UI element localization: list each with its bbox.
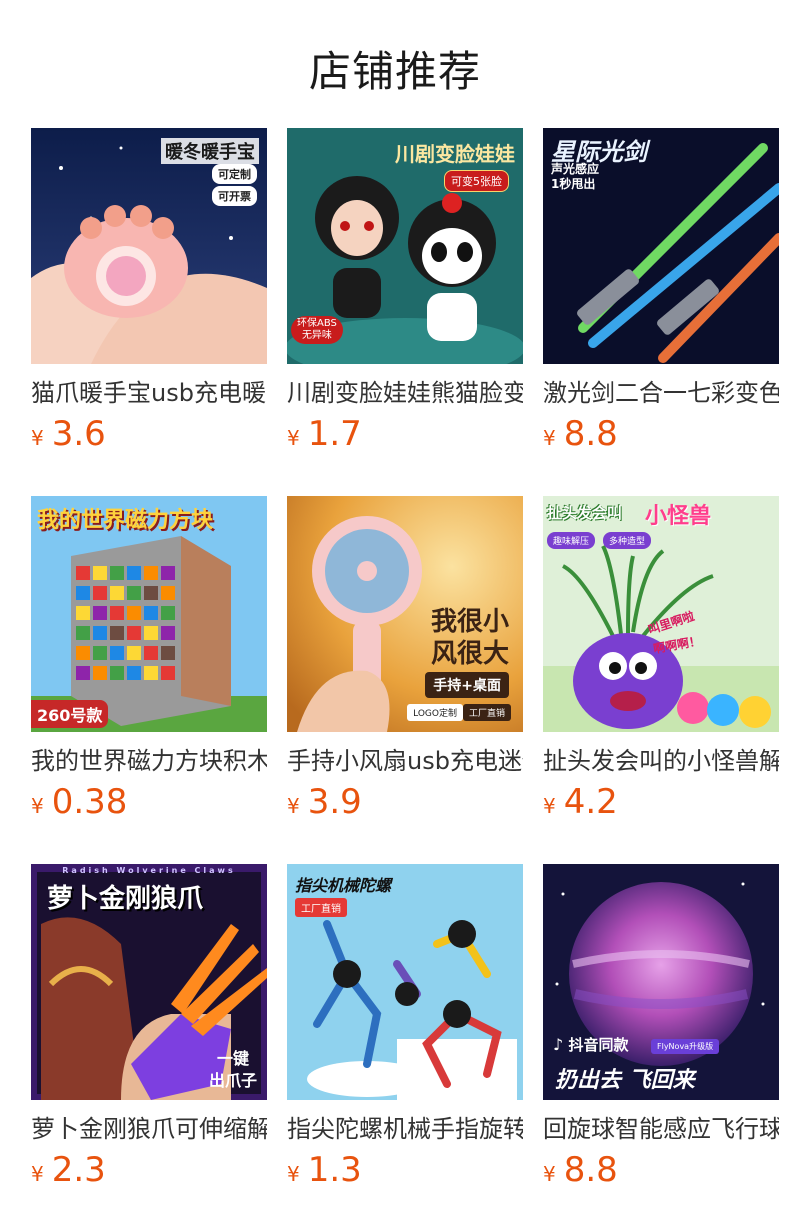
product-price: ¥0.38	[31, 782, 127, 826]
image-tag: 可定制	[212, 164, 257, 184]
image-corner-text: 一键 出爪子	[209, 1048, 257, 1092]
product-name[interactable]: 回旋球智能感应飞行球	[543, 1112, 779, 1146]
image-slogan: 扔出去 飞回来	[555, 1068, 695, 1093]
currency-symbol: ¥	[287, 1162, 300, 1186]
currency-symbol: ¥	[287, 794, 300, 818]
image-headline-2: 小怪兽	[645, 504, 712, 529]
image-tag: 可开票	[212, 186, 257, 206]
price-value: 1.3	[307, 1150, 362, 1190]
price-value: 0.38	[51, 782, 128, 822]
product-price: ¥1.7	[287, 414, 362, 458]
badge-line: 环保ABS	[297, 318, 337, 329]
corner-line: 出爪子	[208, 1071, 257, 1090]
brand-label: 抖音同款	[568, 1036, 629, 1054]
product-card[interactable]: 我很小 风很大 手持+桌面 LOGO定制 工厂直销 手持小风扇usb充电迷你 ¥…	[287, 496, 523, 836]
product-name[interactable]: 川剧变脸娃娃熊猫脸变脸	[287, 376, 523, 410]
product-image[interactable]: ♪ 抖音同款 FlyNova升级版 扔出去 飞回来	[543, 864, 779, 1100]
product-image[interactable]: 扯头发会叫 小怪兽 趣味解压 多种造型 叫里啊啦 啊啊啊！	[543, 496, 779, 732]
product-image[interactable]: 指尖机械陀螺 工厂直销	[287, 864, 523, 1100]
price-value: 3.9	[307, 782, 362, 822]
product-grid: 暖冬暖手宝 可定制 可开票 猫爪暖手宝usb充电暖手宝 ¥3.6	[0, 0, 790, 1232]
currency-symbol: ¥	[543, 794, 556, 818]
currency-symbol: ¥	[31, 794, 44, 818]
product-image[interactable]: 暖冬暖手宝 可定制 可开票	[31, 128, 267, 364]
product-image[interactable]: 川剧变脸娃娃 可变5张脸 环保ABS 无异味	[287, 128, 523, 364]
slogan-line: 我很小	[430, 607, 509, 637]
badge-line: 无异味	[301, 330, 332, 341]
product-name[interactable]: 萝卜金刚狼爪可伸缩解压	[31, 1112, 267, 1146]
image-headline: 暖冬暖手宝	[161, 138, 259, 164]
product-name[interactable]: 指尖陀螺机械手指旋转	[287, 1112, 523, 1146]
product-card[interactable]: 扯头发会叫 小怪兽 趣味解压 多种造型 叫里啊啦 啊啊啊！ 扯头发会叫的小怪兽解…	[543, 496, 779, 836]
image-headline: 我的世界磁力方块	[37, 508, 214, 533]
price-value: 8.8	[563, 414, 618, 454]
image-tag: 趣味解压	[547, 532, 596, 549]
image-tag: 可变5张脸	[444, 170, 509, 192]
product-card[interactable]: 我的世界磁力方块 260号款 我的世界磁力方块积木 ¥0.38	[31, 496, 267, 836]
corner-line: 一键	[216, 1049, 249, 1068]
subtext-line: 1秒甩出	[551, 177, 596, 191]
price-value: 8.8	[563, 1150, 618, 1190]
product-price: ¥3.6	[31, 414, 106, 458]
price-value: 3.6	[51, 414, 106, 454]
product-name[interactable]: 扯头发会叫的小怪兽解压	[543, 744, 779, 778]
currency-symbol: ¥	[543, 426, 556, 450]
image-headline: 萝卜金刚狼爪	[47, 884, 204, 914]
image-badge: 环保ABS 无异味	[291, 316, 343, 344]
price-value: 2.3	[51, 1150, 106, 1190]
product-name[interactable]: 手持小风扇usb充电迷你	[287, 744, 523, 778]
product-price: ¥8.8	[543, 1150, 618, 1194]
currency-symbol: ¥	[543, 1162, 556, 1186]
product-image[interactable]: 星际光剑 声光感应 1秒甩出	[543, 128, 779, 364]
image-headline: 指尖机械陀螺	[295, 876, 392, 895]
image-tag: 多种造型	[603, 532, 652, 549]
image-topline: Radish Wolverine Claws	[62, 866, 236, 875]
image-tag: FlyNova升级版	[651, 1039, 720, 1054]
product-price: ¥2.3	[31, 1150, 106, 1194]
product-card[interactable]: Radish Wolverine Claws 萝卜金刚狼爪 一键 出爪子 萝卜金…	[31, 864, 267, 1204]
product-name[interactable]: 激光剑二合一七彩变色光剑	[543, 376, 779, 410]
image-tag: 工厂直销	[295, 898, 347, 917]
product-price: ¥8.8	[543, 414, 618, 458]
image-slogan: 我很小 风很大	[431, 606, 509, 670]
slogan-line: 风很大	[430, 639, 509, 669]
price-value: 1.7	[307, 414, 362, 454]
product-card[interactable]: 暖冬暖手宝 可定制 可开票 猫爪暖手宝usb充电暖手宝 ¥3.6	[31, 128, 267, 468]
currency-symbol: ¥	[287, 426, 300, 450]
product-image[interactable]: Radish Wolverine Claws 萝卜金刚狼爪 一键 出爪子	[31, 864, 267, 1100]
product-image[interactable]: 我很小 风很大 手持+桌面 LOGO定制 工厂直销	[287, 496, 523, 732]
price-value: 4.2	[563, 782, 618, 822]
image-badge: 手持+桌面	[425, 672, 509, 698]
image-subtext: 声光感应 1秒甩出	[551, 162, 599, 192]
product-price: ¥4.2	[543, 782, 618, 826]
product-price: ¥3.9	[287, 782, 362, 826]
image-tag: 工厂直销	[462, 704, 511, 721]
image-headline: 川剧变脸娃娃	[395, 142, 515, 166]
product-card[interactable]: ♪ 抖音同款 FlyNova升级版 扔出去 飞回来 回旋球智能感应飞行球 ¥8.…	[543, 864, 779, 1204]
product-card[interactable]: 川剧变脸娃娃 可变5张脸 环保ABS 无异味 川剧变脸娃娃熊猫脸变脸 ¥1.7	[287, 128, 523, 468]
product-name[interactable]: 猫爪暖手宝usb充电暖手宝	[31, 376, 267, 410]
currency-symbol: ¥	[31, 1162, 44, 1186]
brand-row: ♪ 抖音同款	[553, 1034, 628, 1055]
product-card[interactable]: 星际光剑 声光感应 1秒甩出 激光剑二合一七彩变色光剑 ¥8.8	[543, 128, 779, 468]
image-badge: 260号款	[31, 700, 109, 728]
product-price: ¥1.3	[287, 1150, 362, 1194]
product-name[interactable]: 我的世界磁力方块积木	[31, 744, 267, 778]
image-tag: LOGO定制	[407, 704, 463, 721]
currency-symbol: ¥	[31, 426, 44, 450]
subtext-line: 声光感应	[551, 162, 600, 176]
product-card[interactable]: 指尖机械陀螺 工厂直销 指尖陀螺机械手指旋转 ¥1.3	[287, 864, 523, 1204]
tiktok-icon: ♪	[553, 1035, 564, 1054]
product-image[interactable]: 我的世界磁力方块 260号款	[31, 496, 267, 732]
image-headline: 扯头发会叫	[547, 504, 623, 522]
